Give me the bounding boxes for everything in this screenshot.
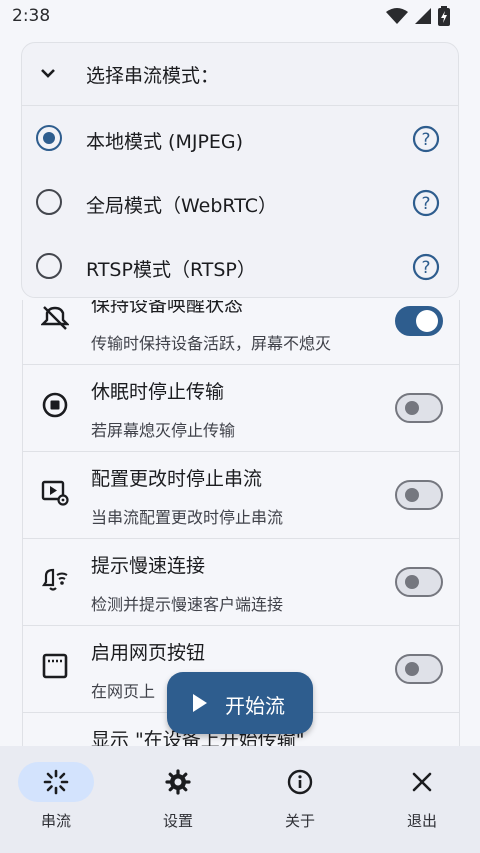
toggle-knob — [405, 662, 419, 676]
toggle-knob — [405, 401, 419, 415]
status-bar: 2:38 — [0, 0, 480, 34]
setting-title: 提示慢速连接 — [91, 555, 206, 577]
chevron-down-icon — [41, 69, 55, 78]
play-icon — [193, 694, 207, 712]
stop-on-sleep-toggle[interactable] — [395, 393, 443, 423]
help-icon[interactable]: ? — [412, 189, 440, 217]
setting-title: 配置更改时停止串流 — [91, 468, 263, 490]
nav-label: 设置 — [162, 812, 193, 830]
nav-item-exit[interactable]: 退出 — [366, 746, 480, 853]
mode-option-rtsp[interactable]: RTSP模式（RTSP） ? — [22, 235, 458, 297]
enable-web-buttons-toggle[interactable] — [395, 654, 443, 684]
setting-description: 当串流配置更改时停止串流 — [91, 508, 284, 527]
setting-title: 保持设备唤醒状态 — [91, 300, 244, 316]
stream-icon — [43, 769, 69, 795]
setting-row-keep-awake[interactable]: 保持设备唤醒状态 传输时保持设备活跃，屏幕不熄灭 — [22, 300, 460, 365]
radio-webrtc[interactable] — [36, 189, 62, 215]
setting-row-notify-slow-connection[interactable]: 提示慢速连接 检测并提示慢速客户端连接 — [22, 539, 460, 626]
stream-mode-header[interactable]: 选择串流模式： — [22, 43, 458, 106]
gear-icon — [165, 769, 191, 795]
mode-option-mjpeg[interactable]: 本地模式 (MJPEG) ? — [22, 107, 458, 171]
web-window-icon — [42, 653, 68, 679]
nav-label: 串流 — [40, 812, 71, 830]
setting-description: 在网页上 — [91, 682, 156, 701]
setting-title: 启用网页按钮 — [91, 642, 206, 664]
stop-on-config-change-toggle[interactable] — [395, 480, 443, 510]
keep-awake-toggle[interactable] — [395, 306, 443, 336]
nav-label: 退出 — [406, 812, 437, 830]
status-icons — [386, 6, 450, 26]
signal-icon — [415, 8, 431, 24]
svg-text:?: ? — [421, 194, 430, 214]
nav-item-about[interactable]: 关于 — [244, 746, 364, 853]
stream-mode-title: 选择串流模式： — [86, 65, 220, 87]
radio-rtsp[interactable] — [36, 253, 62, 279]
battery-icon — [438, 6, 450, 26]
setting-description: 若屏幕熄灭停止传输 — [91, 421, 236, 440]
info-icon — [287, 769, 313, 795]
toggle-knob — [405, 575, 419, 589]
nav-item-stream[interactable]: 串流 — [0, 746, 120, 853]
toggle-knob — [416, 310, 438, 332]
toggle-knob — [405, 488, 419, 502]
radio-mjpeg[interactable] — [36, 125, 62, 151]
notify-slow-connection-toggle[interactable] — [395, 567, 443, 597]
notification-wifi-icon — [41, 568, 68, 591]
mode-option-label: RTSP模式（RTSP） — [86, 259, 256, 281]
nav-item-settings[interactable]: 设置 — [122, 746, 242, 853]
svg-text:?: ? — [421, 258, 430, 278]
wifi-icon — [386, 8, 408, 24]
status-time: 2:38 — [12, 6, 51, 26]
nav-label: 关于 — [284, 812, 315, 830]
start-stream-button[interactable]: 开始流 — [167, 672, 313, 734]
video-settings-icon — [41, 480, 69, 506]
setting-description: 传输时保持设备活跃，屏幕不熄灭 — [91, 334, 332, 353]
mode-option-webrtc[interactable]: 全局模式（WebRTC） ? — [22, 171, 458, 235]
setting-row-stop-on-config-change[interactable]: 配置更改时停止串流 当串流配置更改时停止串流 — [22, 452, 460, 539]
close-icon — [412, 772, 432, 792]
mode-option-label: 本地模式 (MJPEG) — [86, 131, 244, 153]
svg-text:?: ? — [421, 130, 430, 150]
setting-row-stop-on-sleep[interactable]: 休眠时停止传输 若屏幕熄灭停止传输 — [22, 365, 460, 452]
start-stream-label: 开始流 — [225, 694, 285, 718]
bottom-navigation: 串流 设置 关于 退出 — [0, 746, 480, 853]
help-icon[interactable]: ? — [412, 125, 440, 153]
stream-mode-card: 选择串流模式： 本地模式 (MJPEG) ? 全局模式（WebRTC） ? RT… — [21, 42, 459, 298]
setting-description: 检测并提示慢速客户端连接 — [91, 595, 284, 614]
sleep-off-icon — [41, 306, 69, 330]
stop-circle-icon — [42, 392, 68, 418]
help-icon[interactable]: ? — [412, 253, 440, 281]
setting-title: 休眠时停止传输 — [91, 381, 225, 403]
mode-option-label: 全局模式（WebRTC） — [86, 195, 278, 217]
